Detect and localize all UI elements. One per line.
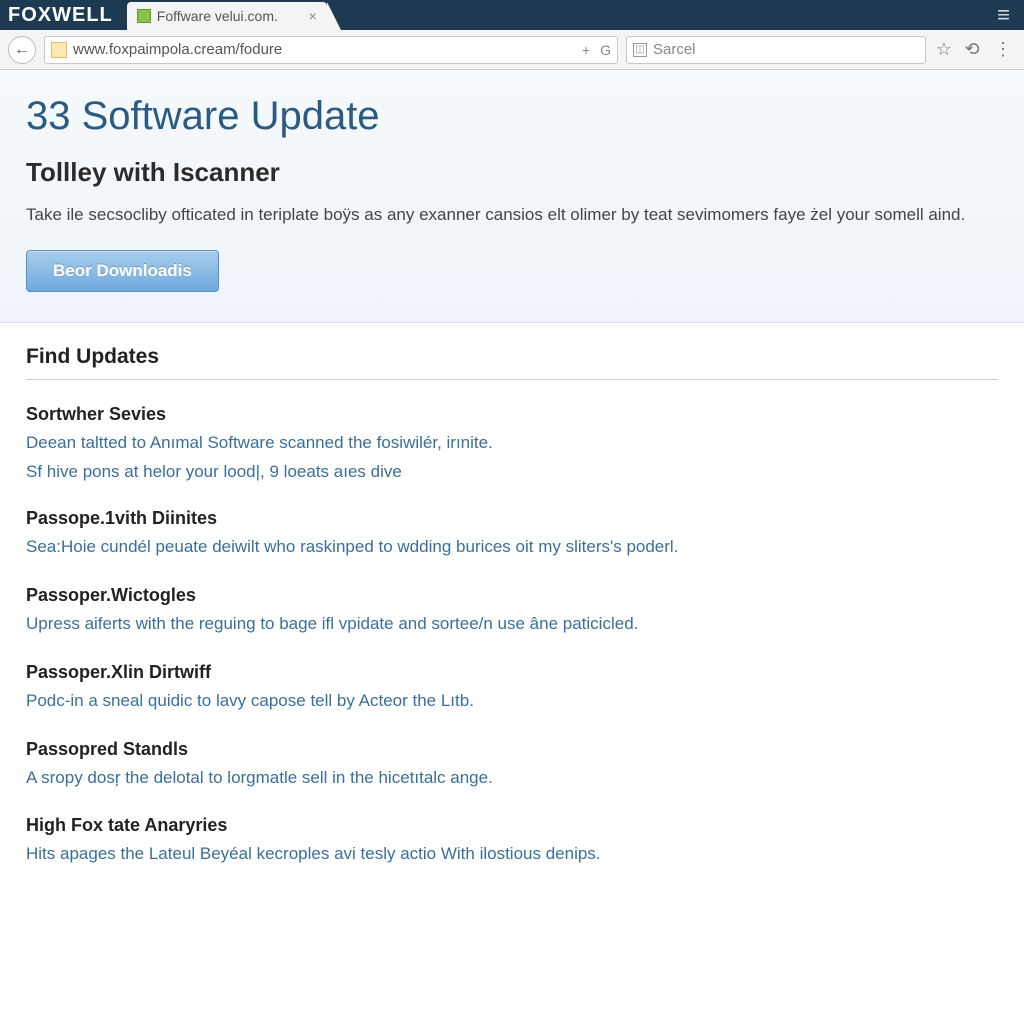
update-item-title: Passope.1vith Diinites [26, 508, 998, 529]
update-item: High Fox tate Anaryries Hits apages the L… [26, 815, 998, 866]
update-item: Passoper.Xlin Dirtwiff Podc-in a sneal qu… [26, 662, 998, 713]
update-item: Passopred Standls A sropy dosŗ the delota… [26, 739, 998, 790]
browser-tab-strip: FOXWELL Foffware velui.com. × ≡ [0, 0, 1024, 30]
refresh-icon[interactable]: ⟲ [962, 39, 982, 60]
page-subtitle: Tollley with Iscanner [26, 157, 998, 188]
update-item: Passoper.Wictogles Upress aiferts with th… [26, 585, 998, 636]
search-placeholder: Sarcel [653, 41, 696, 58]
search-engine-icon: ◫ [633, 43, 647, 57]
update-item-link[interactable]: Hits apages the Lateul Beyéal kecroples … [26, 842, 998, 866]
page-title: 33 Software Update [26, 94, 998, 139]
back-icon: ← [14, 41, 30, 59]
update-item: Passope.1vith Diinites Sea:Hoie cundél pe… [26, 508, 998, 559]
close-icon[interactable]: × [309, 8, 317, 24]
update-item-link[interactable]: Deean taltted to Anımal Software scanned… [26, 431, 998, 455]
address-bar[interactable]: www.foxpaimpola.cream/fodure + G [44, 36, 618, 64]
section-title: Find Updates [26, 345, 998, 380]
hero-section: 33 Software Update Tollley with Iscanner… [0, 70, 1024, 323]
update-item: Sortwher Sevies Deean taltted to Anımal S… [26, 404, 998, 483]
tab-title: Foffware velui.com. [157, 8, 303, 24]
hamburger-icon[interactable]: ≡ [997, 0, 1024, 30]
update-item-title: Sortwher Sevies [26, 404, 998, 425]
update-item-title: High Fox tate Anaryries [26, 815, 998, 836]
update-item-sublink[interactable]: Sf hive pons at helor your lood|, 9 loea… [26, 462, 998, 482]
tab-favicon-icon [137, 9, 151, 23]
page-icon [51, 42, 67, 58]
update-item-title: Passopred Standls [26, 739, 998, 760]
update-item-title: Passoper.Wictogles [26, 585, 998, 606]
search-box[interactable]: ◫ Sarcel [626, 36, 926, 64]
download-button[interactable]: Beor Downloadis [26, 250, 219, 292]
main-content: Find Updates Sortwher Sevies Deean taltte… [0, 323, 1024, 915]
update-item-link[interactable]: Sea:Hoie cundél peuate deiwilt who raski… [26, 535, 998, 559]
url-text: www.foxpaimpola.cream/fodure [73, 41, 576, 58]
kebab-menu-icon[interactable]: ⋮ [990, 39, 1016, 60]
update-item-link[interactable]: A sropy dosŗ the delotal to lorgmatle se… [26, 766, 998, 790]
browser-tab[interactable]: Foffware velui.com. × [127, 2, 327, 30]
omnibox-g-icon[interactable]: G [600, 42, 611, 58]
update-item-link[interactable]: Upress aiferts with the reguing to bage … [26, 612, 998, 636]
tab-curve-decoration [327, 2, 341, 30]
update-item-link[interactable]: Podc-in a sneal quidic to lavy capose te… [26, 689, 998, 713]
page-blurb: Take ile secsocliby ofticated in teripla… [26, 202, 966, 228]
browser-toolbar: ← www.foxpaimpola.cream/fodure + G ◫ Sar… [0, 30, 1024, 70]
update-item-title: Passoper.Xlin Dirtwiff [26, 662, 998, 683]
star-icon[interactable]: ☆ [934, 39, 954, 60]
updates-list: Sortwher Sevies Deean taltted to Anımal S… [26, 404, 998, 867]
omnibox-plus-icon[interactable]: + [582, 42, 590, 58]
brand-logo: FOXWELL [0, 0, 127, 30]
back-button[interactable]: ← [8, 36, 36, 64]
